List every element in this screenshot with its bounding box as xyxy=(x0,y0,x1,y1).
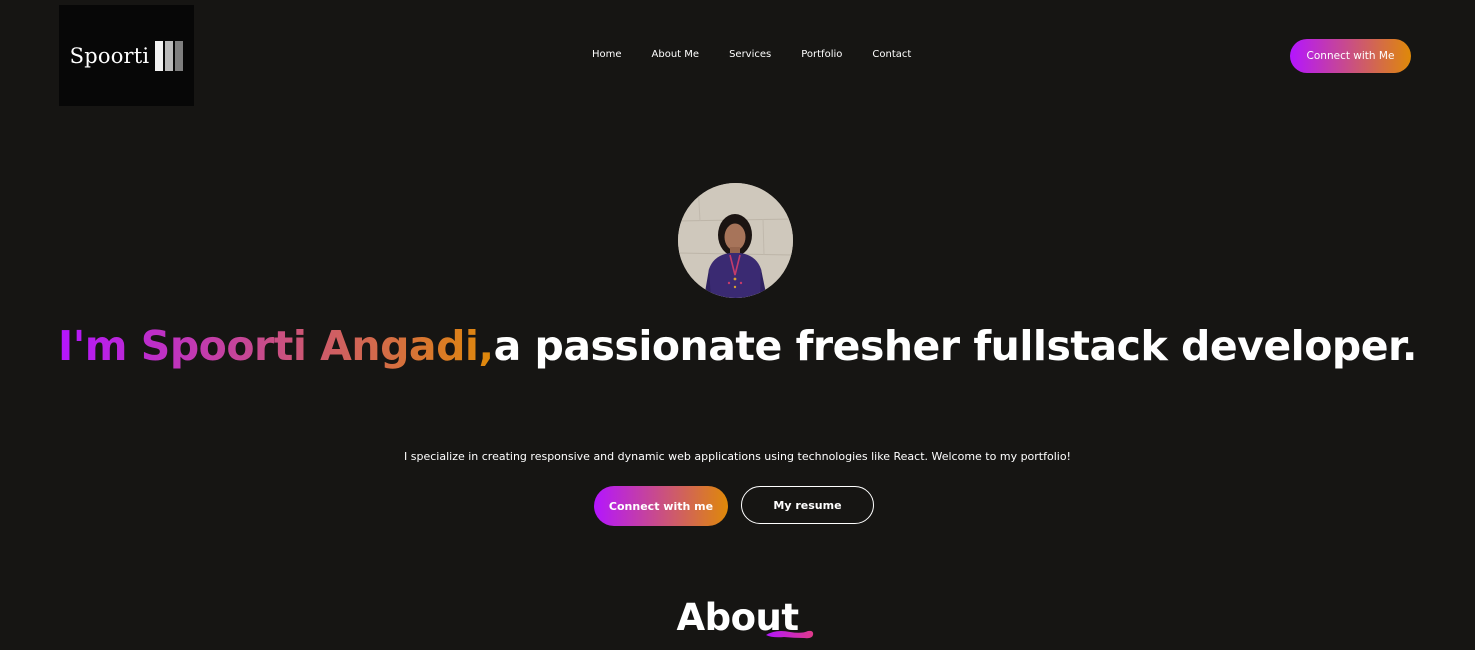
logo[interactable]: Spoorti xyxy=(59,5,194,106)
hero-title: I'm Spoorti Angadi,a passionate fresher … xyxy=(0,318,1475,375)
nav-item-services[interactable]: Services xyxy=(729,48,771,62)
hero-title-name: I'm Spoorti Angadi, xyxy=(57,322,494,370)
about-title: About xyxy=(676,596,799,639)
about-heading: About xyxy=(0,596,1475,640)
nav-item-contact[interactable]: Contact xyxy=(872,48,911,62)
nav-item-about-me[interactable]: About Me xyxy=(652,48,700,62)
logo-bars-icon xyxy=(155,40,184,71)
nav-item-portfolio[interactable]: Portfolio xyxy=(801,48,842,62)
hero-connect-button[interactable]: Connect with me xyxy=(594,486,728,526)
portfolio-page: Spoorti Home About Me Services Portfolio… xyxy=(0,0,1475,650)
about-title-wrap: About xyxy=(676,596,813,640)
nav-connect-button[interactable]: Connect with Me xyxy=(1290,39,1411,73)
profile-photo xyxy=(678,183,793,298)
nav-item-home[interactable]: Home xyxy=(592,48,622,62)
logo-text: Spoorti xyxy=(69,43,150,68)
resume-button[interactable]: My resume xyxy=(741,486,874,524)
nav-menu: Home About Me Services Portfolio Contact xyxy=(592,48,911,62)
hero-title-rest: a passionate fresher fullstack developer… xyxy=(493,322,1418,370)
hero-subtitle: I specialize in creating responsive and … xyxy=(404,450,1071,463)
profile-avatar xyxy=(678,183,793,298)
